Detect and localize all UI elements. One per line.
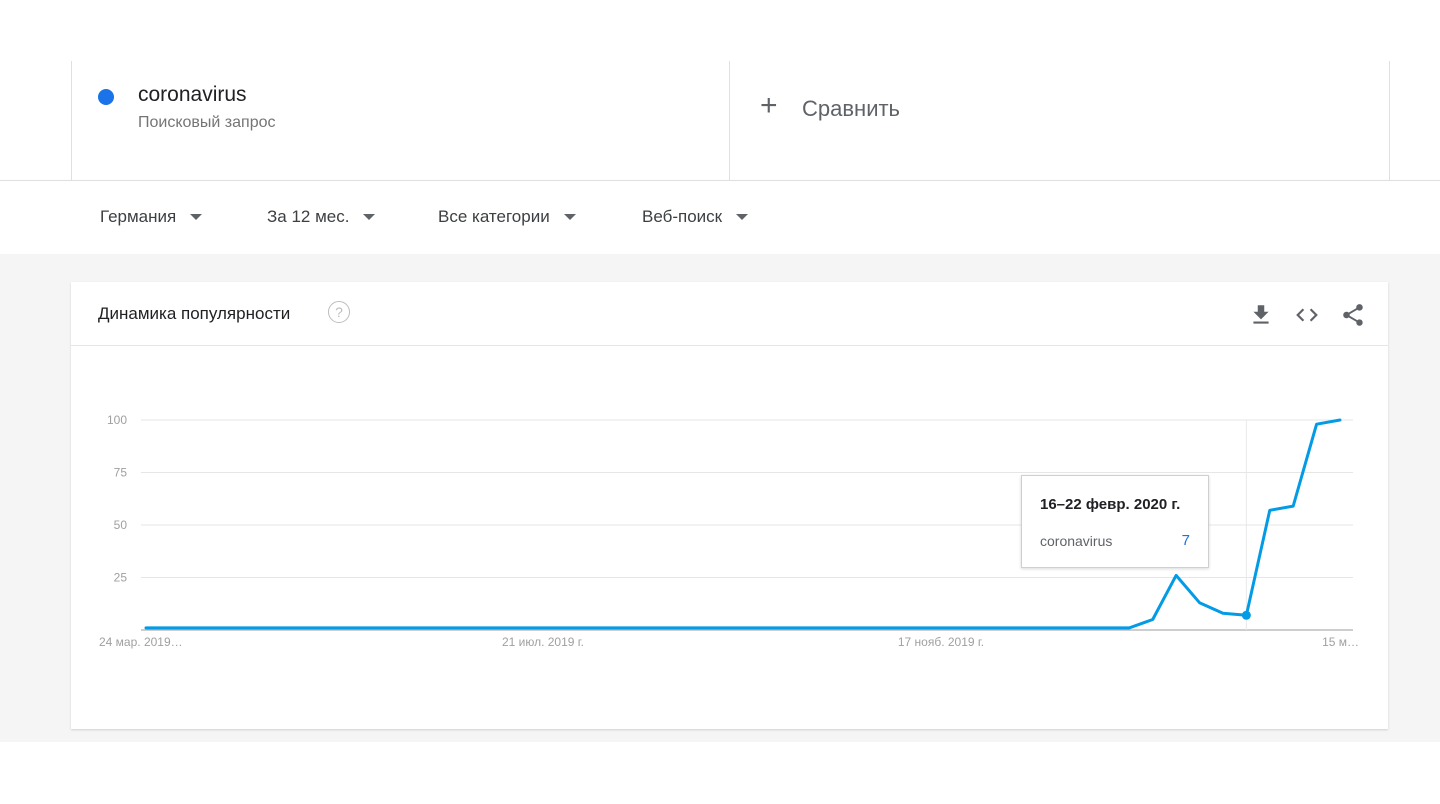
y-tick-label: 75 [114, 466, 128, 480]
x-tick-label: 24 мар. 2019… [99, 635, 183, 649]
dropdown-caret-icon [563, 214, 576, 220]
filter-label: Веб-поиск [642, 207, 723, 226]
highlighted-data-point[interactable] [1241, 610, 1251, 620]
filter-time-range[interactable]: За 12 мес. [267, 207, 376, 227]
search-term-bar: coronavirus Поисковый запрос + Сравнить [71, 61, 1390, 180]
tooltip-value: 7 [1181, 532, 1190, 549]
filter-category[interactable]: Все категории [438, 207, 576, 227]
chart-tooltip: 16–22 февр. 2020 г. coronavirus 7 [1021, 475, 1209, 568]
y-tick-label: 50 [114, 518, 128, 532]
filter-label: За 12 мес. [267, 207, 350, 226]
term-name: coronavirus [138, 83, 247, 106]
x-tick-label: 17 нояб. 2019 г. [898, 635, 984, 649]
filter-label: Все категории [438, 207, 550, 226]
filter-bar: Германия За 12 мес. Все категории Веб-по… [0, 180, 1440, 255]
y-tick-label: 100 [107, 413, 127, 427]
x-tick-label: 15 м… [1322, 635, 1359, 649]
filter-label: Германия [100, 207, 177, 226]
tooltip-date: 16–22 февр. 2020 г. [1040, 496, 1181, 513]
dropdown-caret-icon [736, 214, 749, 220]
interest-over-time-card: Динамика популярности ? 100 75 50 25 24 мар… [71, 282, 1388, 729]
tooltip-term: coronavirus [1040, 533, 1113, 549]
compare-button[interactable]: + Сравнить [730, 61, 1389, 180]
y-tick-label: 25 [114, 571, 128, 585]
filter-region[interactable]: Германия [100, 207, 203, 227]
dropdown-caret-icon [363, 214, 376, 220]
search-term-card[interactable]: coronavirus Поисковый запрос [72, 61, 730, 180]
term-type: Поисковый запрос [138, 114, 276, 131]
plus-icon: + [760, 89, 778, 122]
compare-label: Сравнить [802, 96, 901, 121]
filter-search-type[interactable]: Веб-поиск [642, 207, 749, 227]
x-tick-label: 21 июл. 2019 г. [502, 635, 584, 649]
dropdown-caret-icon [190, 214, 203, 220]
term-color-dot [98, 89, 114, 105]
